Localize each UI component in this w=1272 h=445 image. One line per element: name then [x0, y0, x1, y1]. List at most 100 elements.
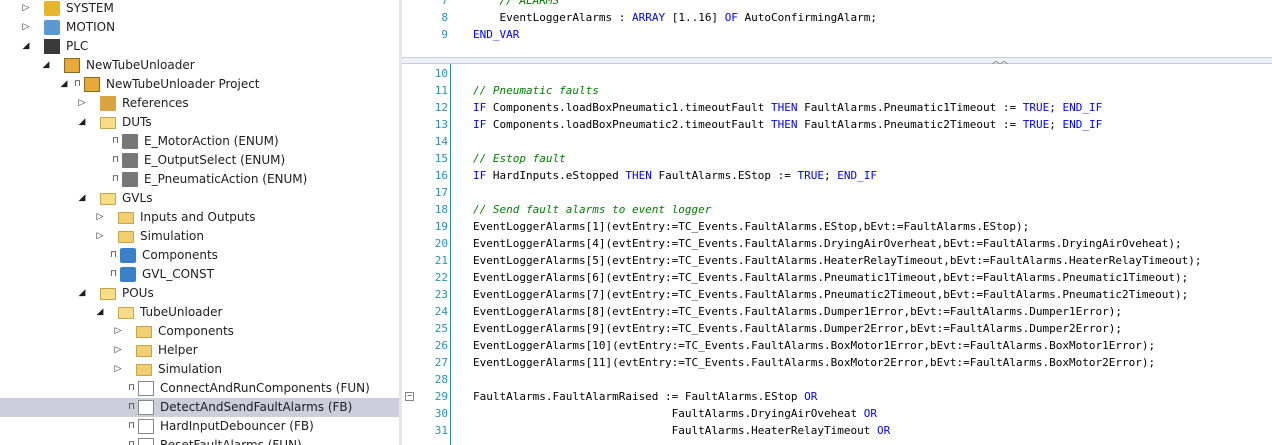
- tree-item[interactable]: ⊓ ResetFaultAlarms (FUN): [0, 436, 399, 445]
- tree-item[interactable]: ◢ ⊓ NewTubeUnloader Project: [0, 75, 399, 94]
- code-token: ;: [1049, 118, 1063, 131]
- code-line[interactable]: 15 // Estop fault: [402, 150, 1272, 167]
- code-line[interactable]: 25 EventLoggerAlarms[9](evtEntry:=TC_Even…: [402, 320, 1272, 337]
- tree-item[interactable]: ▷ Helper: [0, 341, 399, 360]
- folder-icon: [118, 212, 134, 224]
- tree-item[interactable]: ▷ Components: [0, 322, 399, 341]
- tree-item[interactable]: ⊓ GVL_CONST: [0, 265, 399, 284]
- code-line[interactable]: 22 EventLoggerAlarms[6](evtEntry:=TC_Even…: [402, 269, 1272, 286]
- fold-toggle-icon[interactable]: −: [405, 392, 414, 401]
- expand-arrow-icon[interactable]: ▷: [112, 322, 124, 341]
- code-line[interactable]: 26 EventLoggerAlarms[10](evtEntry:=TC_Eve…: [402, 337, 1272, 354]
- pou-icon: [138, 400, 154, 415]
- code-text: EventLoggerAlarms[6](evtEntry:=TC_Events…: [473, 269, 1188, 286]
- expand-arrow-icon[interactable]: ▷: [94, 208, 106, 227]
- code-line[interactable]: 9 END_VAR: [402, 26, 1272, 43]
- code-text: EventLoggerAlarms[7](evtEntry:=TC_Events…: [473, 286, 1188, 303]
- tree-item-label: E_OutputSelect (ENUM): [144, 153, 286, 167]
- collapse-arrow-icon[interactable]: ◢: [76, 113, 88, 132]
- folder-icon: [136, 345, 152, 357]
- declaration-pane[interactable]: 7 // ALARMS 8 EventLoggerAlarms : ARRAY […: [402, 0, 1272, 57]
- code-line[interactable]: 29− FaultAlarms.FaultAlarmRaised := Fault…: [402, 388, 1272, 405]
- code-text: IF Components.loadBoxPneumatic1.timeoutF…: [473, 99, 1102, 116]
- lock-icon: ⊓: [110, 269, 118, 279]
- expand-arrow-icon[interactable]: ▷: [112, 341, 124, 360]
- code-line[interactable]: 21 EventLoggerAlarms[5](evtEntry:=TC_Even…: [402, 252, 1272, 269]
- line-number: 26: [434, 339, 448, 352]
- code-token: EventLoggerAlarms[9](evtEntry:=TC_Events…: [473, 322, 1123, 335]
- code-line[interactable]: 24 EventLoggerAlarms[8](evtEntry:=TC_Even…: [402, 303, 1272, 320]
- collapse-arrow-icon[interactable]: ◢: [76, 284, 88, 303]
- code-line[interactable]: 30 FaultAlarms.DryingAirOveheat OR: [402, 405, 1272, 422]
- code-token: Components.loadBoxPneumatic2.timeoutFaul…: [486, 118, 772, 131]
- code-token: EventLoggerAlarms[4](evtEntry:=TC_Events…: [473, 237, 1182, 250]
- code-token: EventLoggerAlarms[5](evtEntry:=TC_Events…: [473, 254, 1202, 267]
- folder-icon: [136, 364, 152, 376]
- collapse-arrow-icon[interactable]: ◢: [76, 189, 88, 208]
- code-token: FaultAlarms.HeaterRelayTimeout: [473, 424, 877, 437]
- tree-item-label: MOTION: [66, 20, 116, 34]
- code-line[interactable]: 31 FaultAlarms.HeaterRelayTimeout OR: [402, 422, 1272, 439]
- expand-arrow-icon[interactable]: ▷: [20, 0, 32, 18]
- code-token: AutoConfirmingAlarm;: [737, 11, 878, 24]
- tree-item-label: E_MotorAction (ENUM): [144, 134, 279, 148]
- tree-item[interactable]: ▷ SYSTEM: [0, 0, 399, 18]
- code-line[interactable]: 27 EventLoggerAlarms[11](evtEntry:=TC_Eve…: [402, 354, 1272, 371]
- tree-item[interactable]: ▷ Inputs and Outputs: [0, 208, 399, 227]
- code-line[interactable]: 20 EventLoggerAlarms[4](evtEntry:=TC_Even…: [402, 235, 1272, 252]
- code-line[interactable]: 10: [402, 65, 1272, 82]
- code-line[interactable]: 28: [402, 371, 1272, 388]
- tree-item[interactable]: ⊓ HardInputDebouncer (FB): [0, 417, 399, 436]
- tree-item[interactable]: ◢ TubeUnloader: [0, 303, 399, 322]
- code-line[interactable]: 8 EventLoggerAlarms : ARRAY [1..16] OF A…: [402, 9, 1272, 26]
- tree-item[interactable]: ⊓ E_PneumaticAction (ENUM): [0, 170, 399, 189]
- code-line[interactable]: 14: [402, 133, 1272, 150]
- code-line[interactable]: 11 // Pneumatic faults: [402, 82, 1272, 99]
- line-number: 7: [441, 0, 448, 7]
- folder-open-icon: [118, 307, 134, 319]
- tree-item-label: Inputs and Outputs: [140, 210, 256, 224]
- code-line[interactable]: 18 // Send fault alarms to event logger: [402, 201, 1272, 218]
- tree-item[interactable]: ▷ Simulation: [0, 360, 399, 379]
- expand-arrow-icon[interactable]: ▷: [76, 94, 88, 113]
- collapse-arrow-icon[interactable]: ◢: [40, 56, 52, 75]
- code-text: EventLoggerAlarms : ARRAY [1..16] OF Aut…: [473, 9, 877, 26]
- collapse-arrow-icon[interactable]: ◢: [94, 303, 106, 322]
- expand-arrow-icon[interactable]: ▷: [94, 227, 106, 246]
- line-number: 15: [434, 152, 448, 165]
- code-line[interactable]: 19 EventLoggerAlarms[1](evtEntry:=TC_Even…: [402, 218, 1272, 235]
- keyword-token: THEN: [771, 101, 798, 114]
- code-token: EventLoggerAlarms[7](evtEntry:=TC_Events…: [473, 288, 1189, 301]
- collapse-arrow-icon[interactable]: ◢: [20, 37, 32, 56]
- code-line[interactable]: 12 IF Components.loadBoxPneumatic1.timeou…: [402, 99, 1272, 116]
- expand-arrow-icon[interactable]: ▷: [20, 18, 32, 37]
- tree-item[interactable]: ⊓ ConnectAndRunComponents (FUN): [0, 379, 399, 398]
- tree-item[interactable]: ⊓ DetectAndSendFaultAlarms (FB): [0, 398, 399, 417]
- collapse-arrow-icon[interactable]: ◢: [58, 75, 70, 94]
- code-text: EventLoggerAlarms[9](evtEntry:=TC_Events…: [473, 320, 1122, 337]
- tree-item[interactable]: ▷ Simulation: [0, 227, 399, 246]
- implementation-pane[interactable]: 10 11 // Pneumatic faults 12 IF Components.l…: [402, 64, 1272, 445]
- editor-pane-divider[interactable]: ︿︿: [402, 57, 1272, 65]
- tree-item-label: DetectAndSendFaultAlarms (FB): [160, 400, 353, 414]
- tree-item[interactable]: ⊓ Components: [0, 246, 399, 265]
- code-line[interactable]: 17: [402, 184, 1272, 201]
- tree-item[interactable]: ⊓ E_MotorAction (ENUM): [0, 132, 399, 151]
- code-line[interactable]: 7 // ALARMS: [402, 0, 1272, 9]
- tree-item[interactable]: ◢ DUTs: [0, 113, 399, 132]
- code-line[interactable]: 13 IF Components.loadBoxPneumatic2.timeou…: [402, 116, 1272, 133]
- code-token: FaultAlarms.Pneumatic1Timeout :=: [797, 101, 1023, 114]
- code-line[interactable]: 16 IF HardInputs.eStopped THEN FaultAlarm…: [402, 167, 1272, 184]
- enum-icon: [122, 172, 138, 187]
- tree-item[interactable]: ▷ MOTION: [0, 18, 399, 37]
- code-token: EventLoggerAlarms[1](evtEntry:=TC_Events…: [473, 220, 1030, 233]
- code-line[interactable]: 23 EventLoggerAlarms[7](evtEntry:=TC_Even…: [402, 286, 1272, 303]
- tree-item[interactable]: ◢ POUs: [0, 284, 399, 303]
- tree-item-label: E_PneumaticAction (ENUM): [144, 172, 308, 186]
- tree-item[interactable]: ⊓ E_OutputSelect (ENUM): [0, 151, 399, 170]
- tree-item[interactable]: ◢ NewTubeUnloader: [0, 56, 399, 75]
- tree-item[interactable]: ◢ PLC: [0, 37, 399, 56]
- tree-item[interactable]: ▷ References: [0, 94, 399, 113]
- expand-arrow-icon[interactable]: ▷: [112, 360, 124, 379]
- tree-item[interactable]: ◢ GVLs: [0, 189, 399, 208]
